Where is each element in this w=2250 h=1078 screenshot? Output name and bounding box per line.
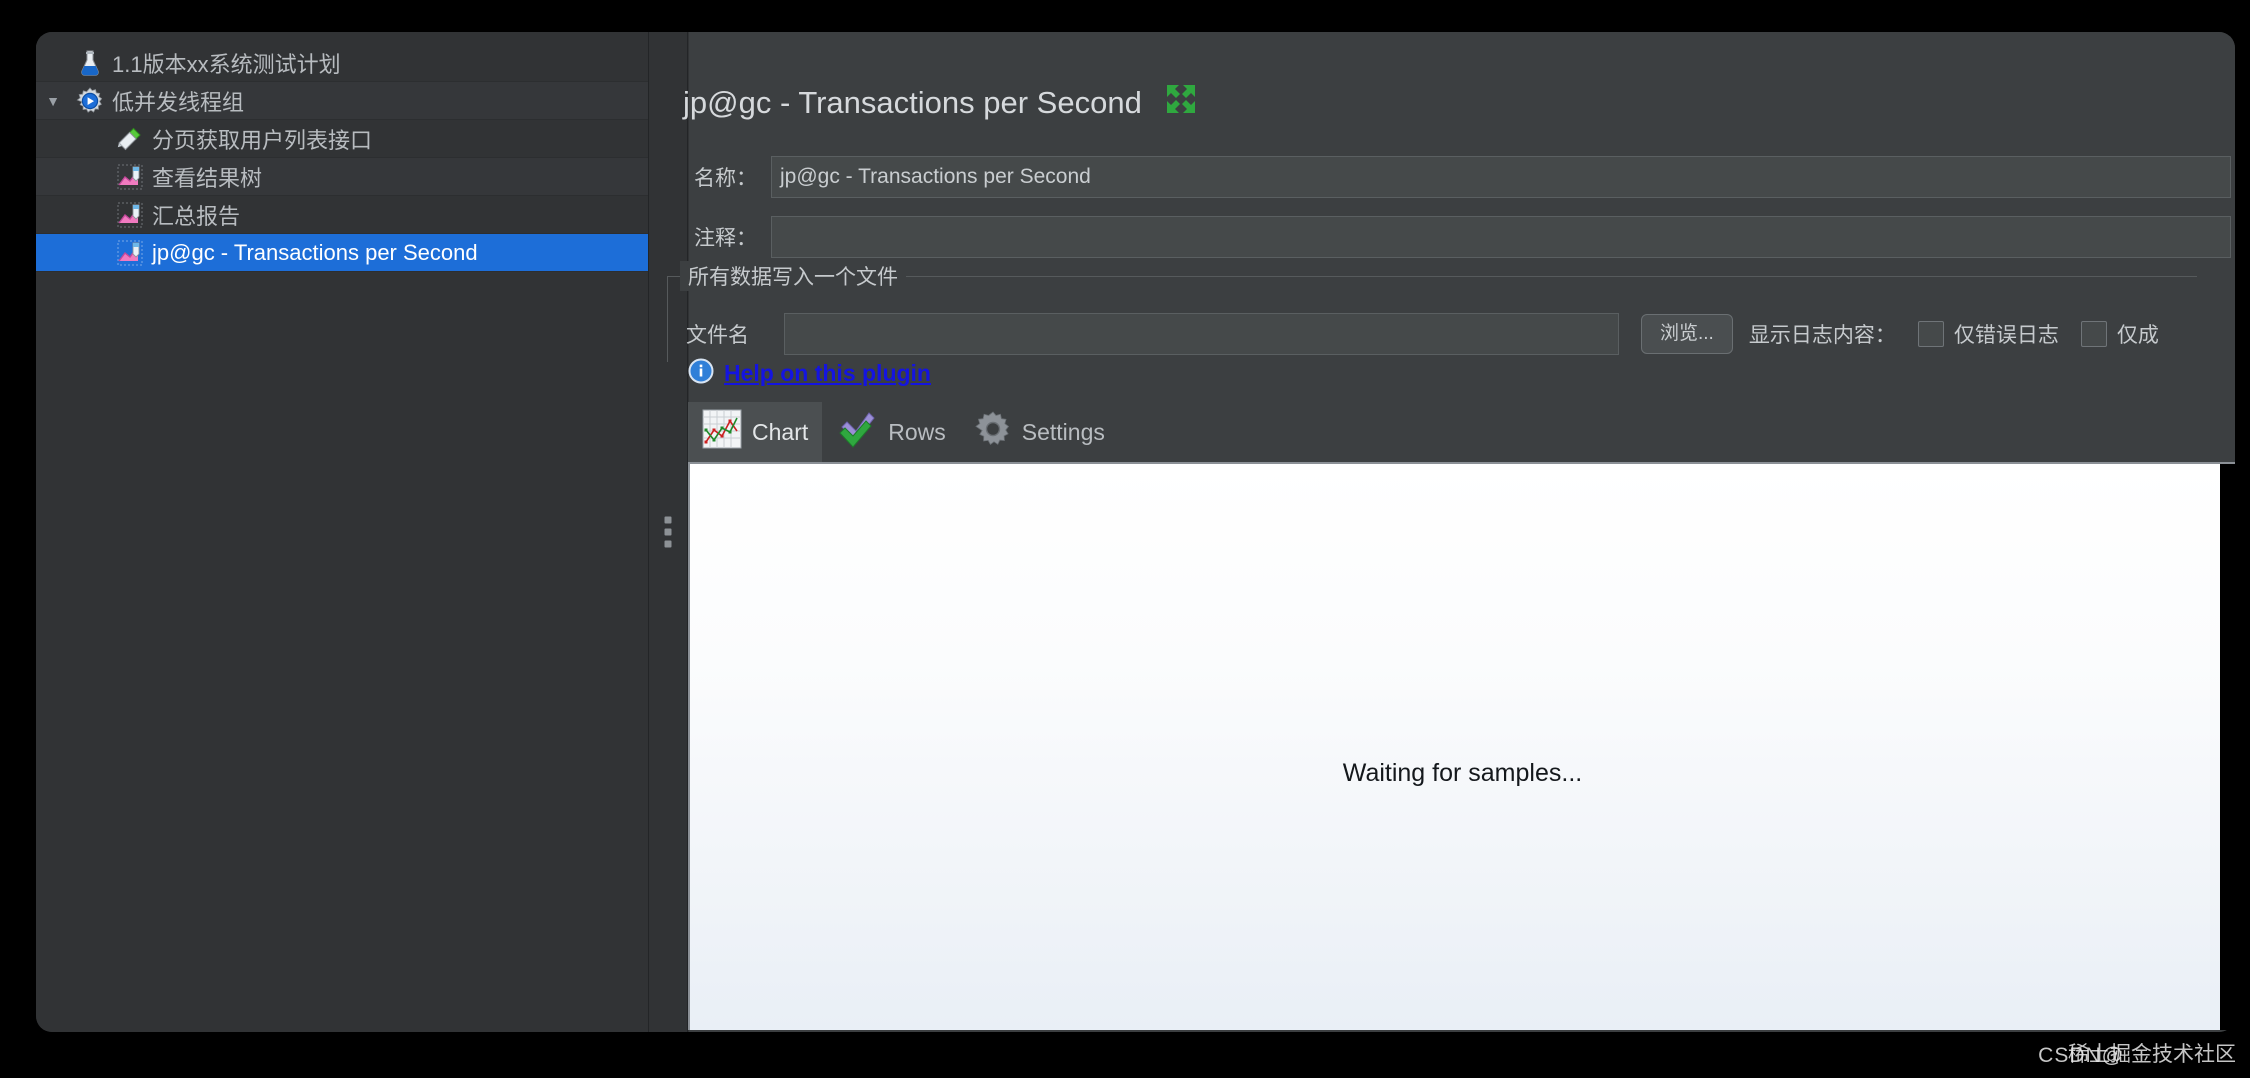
double-check-icon	[836, 408, 878, 456]
http-sampler-pipette-icon	[110, 125, 150, 153]
listener-chart-icon	[110, 163, 150, 191]
tree-item-summary-report[interactable]: 汇总报告	[36, 196, 648, 234]
tree-item-label: 分页获取用户列表接口	[152, 127, 373, 153]
tab-settings[interactable]: Settings	[960, 402, 1119, 462]
name-field-row: 名称： jp@gc - Transactions per Second	[653, 156, 2235, 198]
comment-label: 注释：	[694, 227, 757, 250]
help-on-plugin-link[interactable]: Help on this plugin	[688, 358, 931, 389]
comment-field-row: 注释：	[653, 216, 2235, 258]
window-right-clip	[2220, 464, 2235, 1030]
browse-button[interactable]: 浏览...	[1641, 314, 1733, 354]
tab-settings-label: Settings	[1021, 418, 1105, 445]
tree-item-label: 查看结果树	[152, 165, 263, 191]
test-plan-tree[interactable]: 1.1版本xx系统测试计划 ▼ 低并发线程组 分页获取用户列表接口 查看结果树 …	[36, 44, 648, 272]
tree-twisty-expanded[interactable]: ▼	[36, 93, 70, 109]
screenshot-root: 1.1版本xx系统测试计划 ▼ 低并发线程组 分页获取用户列表接口 查看结果树 …	[0, 0, 2250, 1078]
watermark-right-text: 稀土掘金技术社区	[2068, 1043, 2236, 1066]
tree-item-http-sampler[interactable]: 分页获取用户列表接口	[36, 120, 648, 158]
log-content-label: 显示日志内容：	[1748, 324, 1896, 347]
successes-only-checkbox[interactable]	[2080, 321, 2107, 347]
tree-item-test-plan[interactable]: 1.1版本xx系统测试计划	[36, 44, 648, 82]
name-label: 名称：	[694, 167, 757, 190]
info-icon	[688, 358, 714, 389]
errors-only-label: 仅错误日志	[1953, 324, 2059, 347]
write-all-data-groupbox: 所有数据写入一个文件 文件名 浏览... 显示日志内容： 仅错误日志 仅成	[667, 261, 2197, 362]
tab-chart-label: Chart	[752, 418, 809, 445]
tab-rows[interactable]: Rows	[822, 402, 960, 462]
filename-label: 文件名	[686, 324, 749, 347]
groupbox-title: 所有数据写入一个文件	[680, 261, 906, 291]
filename-input[interactable]	[784, 313, 1619, 355]
help-link-label: Help on this plugin	[724, 360, 931, 386]
test-plan-flask-icon	[70, 49, 110, 77]
listener-chart-icon	[110, 239, 150, 267]
name-input[interactable]: jp@gc - Transactions per Second	[771, 156, 2231, 198]
expand-arrows-icon[interactable]	[1164, 82, 1198, 124]
gear-icon	[974, 410, 1012, 454]
test-plan-tree-panel: 1.1版本xx系统测试计划 ▼ 低并发线程组 分页获取用户列表接口 查看结果树 …	[36, 32, 648, 1032]
errors-only-checkbox-wrap[interactable]: 仅错误日志	[1917, 319, 2059, 349]
listener-tabbar[interactable]: Chart Rows Settings	[688, 402, 1119, 462]
filename-row: 文件名 浏览... 显示日志内容： 仅错误日志 仅成	[668, 313, 2159, 355]
errors-only-checkbox[interactable]	[1917, 321, 1944, 347]
tree-item-label: jp@gc - Transactions per Second	[152, 239, 478, 265]
chart-status-text: Waiting for samples...	[1342, 759, 1583, 787]
tree-item-label: 低并发线程组	[112, 89, 245, 115]
page-title: jp@gc - Transactions per Second	[683, 85, 1142, 120]
tab-chart[interactable]: Chart	[688, 402, 823, 462]
tree-item-thread-group[interactable]: ▼ 低并发线程组	[36, 82, 648, 120]
watermark: CSDN@ 稀土掘金技术社区	[1682, 1040, 2242, 1074]
successes-only-checkbox-wrap[interactable]: 仅成	[2080, 319, 2159, 349]
tree-item-label: 1.1版本xx系统测试计划	[112, 51, 341, 77]
tree-item-view-results-tree[interactable]: 查看结果树	[36, 158, 648, 196]
tree-item-label: 汇总报告	[152, 203, 241, 229]
successes-only-label: 仅成	[2116, 324, 2159, 347]
tree-item-transactions-per-second[interactable]: jp@gc - Transactions per Second	[36, 234, 648, 272]
tab-rows-label: Rows	[888, 418, 946, 445]
chart-canvas[interactable]: Waiting for samples...	[688, 462, 2235, 1030]
page-title-row: jp@gc - Transactions per Second	[683, 82, 1198, 124]
comment-input[interactable]	[771, 216, 2231, 258]
thread-group-gear-icon	[70, 86, 110, 115]
chart-line-icon	[702, 409, 742, 455]
listener-chart-icon	[110, 201, 150, 229]
